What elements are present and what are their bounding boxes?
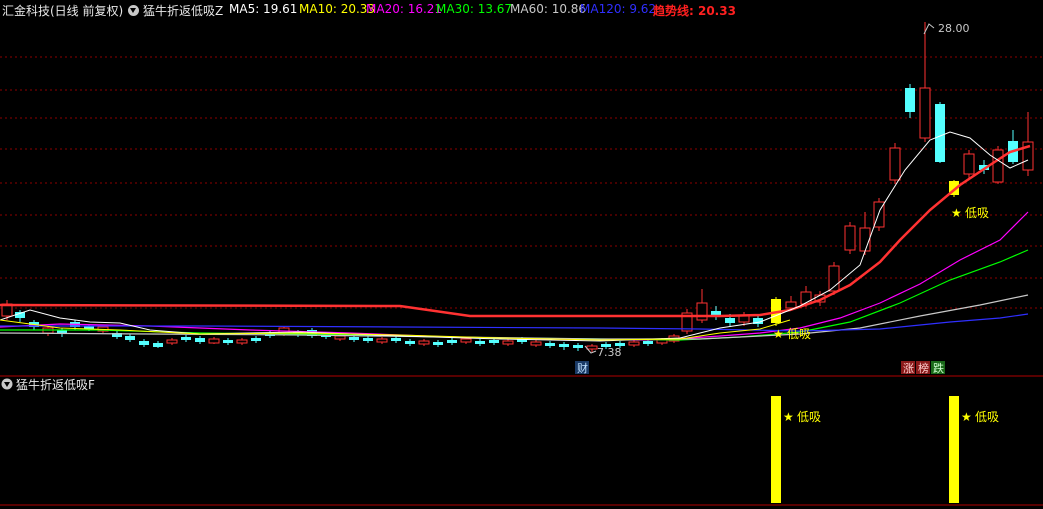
sub-panel: 猛牛折返低吸F ★ 低吸 ★ 低吸 [1, 377, 999, 503]
sub-signal-label: 低吸 [975, 410, 999, 424]
star-icon: ★ [951, 206, 962, 220]
event-tags-right[interactable]: 涨 榜 跌 [901, 361, 945, 375]
sub-signal-label: 低吸 [797, 410, 821, 424]
stock-chart-window: { "header": { "stock_title": "汇金科技(日线 前复… [0, 0, 1043, 509]
moving-average-lines [0, 131, 1031, 342]
signal-label: 低吸 [965, 206, 989, 220]
svg-text:榜: 榜 [918, 361, 929, 375]
star-icon: ★ [961, 410, 972, 424]
grid-lines [0, 56, 1043, 309]
star-icon: ★ [773, 327, 784, 341]
signal-label: 低吸 [787, 327, 811, 341]
signal-marker-2: ★ 低吸 [951, 206, 989, 220]
sub-indicator-name[interactable]: 猛牛折返低吸F [16, 377, 95, 392]
signal-bar-2 [949, 396, 959, 503]
price-chart[interactable]: 28.00 7.38 ★ 低吸 ★ 低吸 财 涨 榜 跌 猛牛折返低吸F ★ 低… [0, 0, 1043, 509]
low-price-label: 7.38 [597, 346, 622, 359]
candlesticks [1, 22, 1034, 352]
signal-marker-1: ★ 低吸 [773, 327, 811, 341]
signal-bar-1 [771, 396, 781, 503]
svg-text:财: 财 [577, 361, 588, 375]
high-price-label: 28.00 [938, 22, 970, 35]
event-tag-financial[interactable]: 财 [575, 361, 589, 375]
high-marker: 28.00 [923, 22, 970, 35]
star-icon: ★ [783, 410, 794, 424]
svg-text:涨: 涨 [903, 362, 914, 375]
svg-text:跌: 跌 [933, 361, 944, 375]
